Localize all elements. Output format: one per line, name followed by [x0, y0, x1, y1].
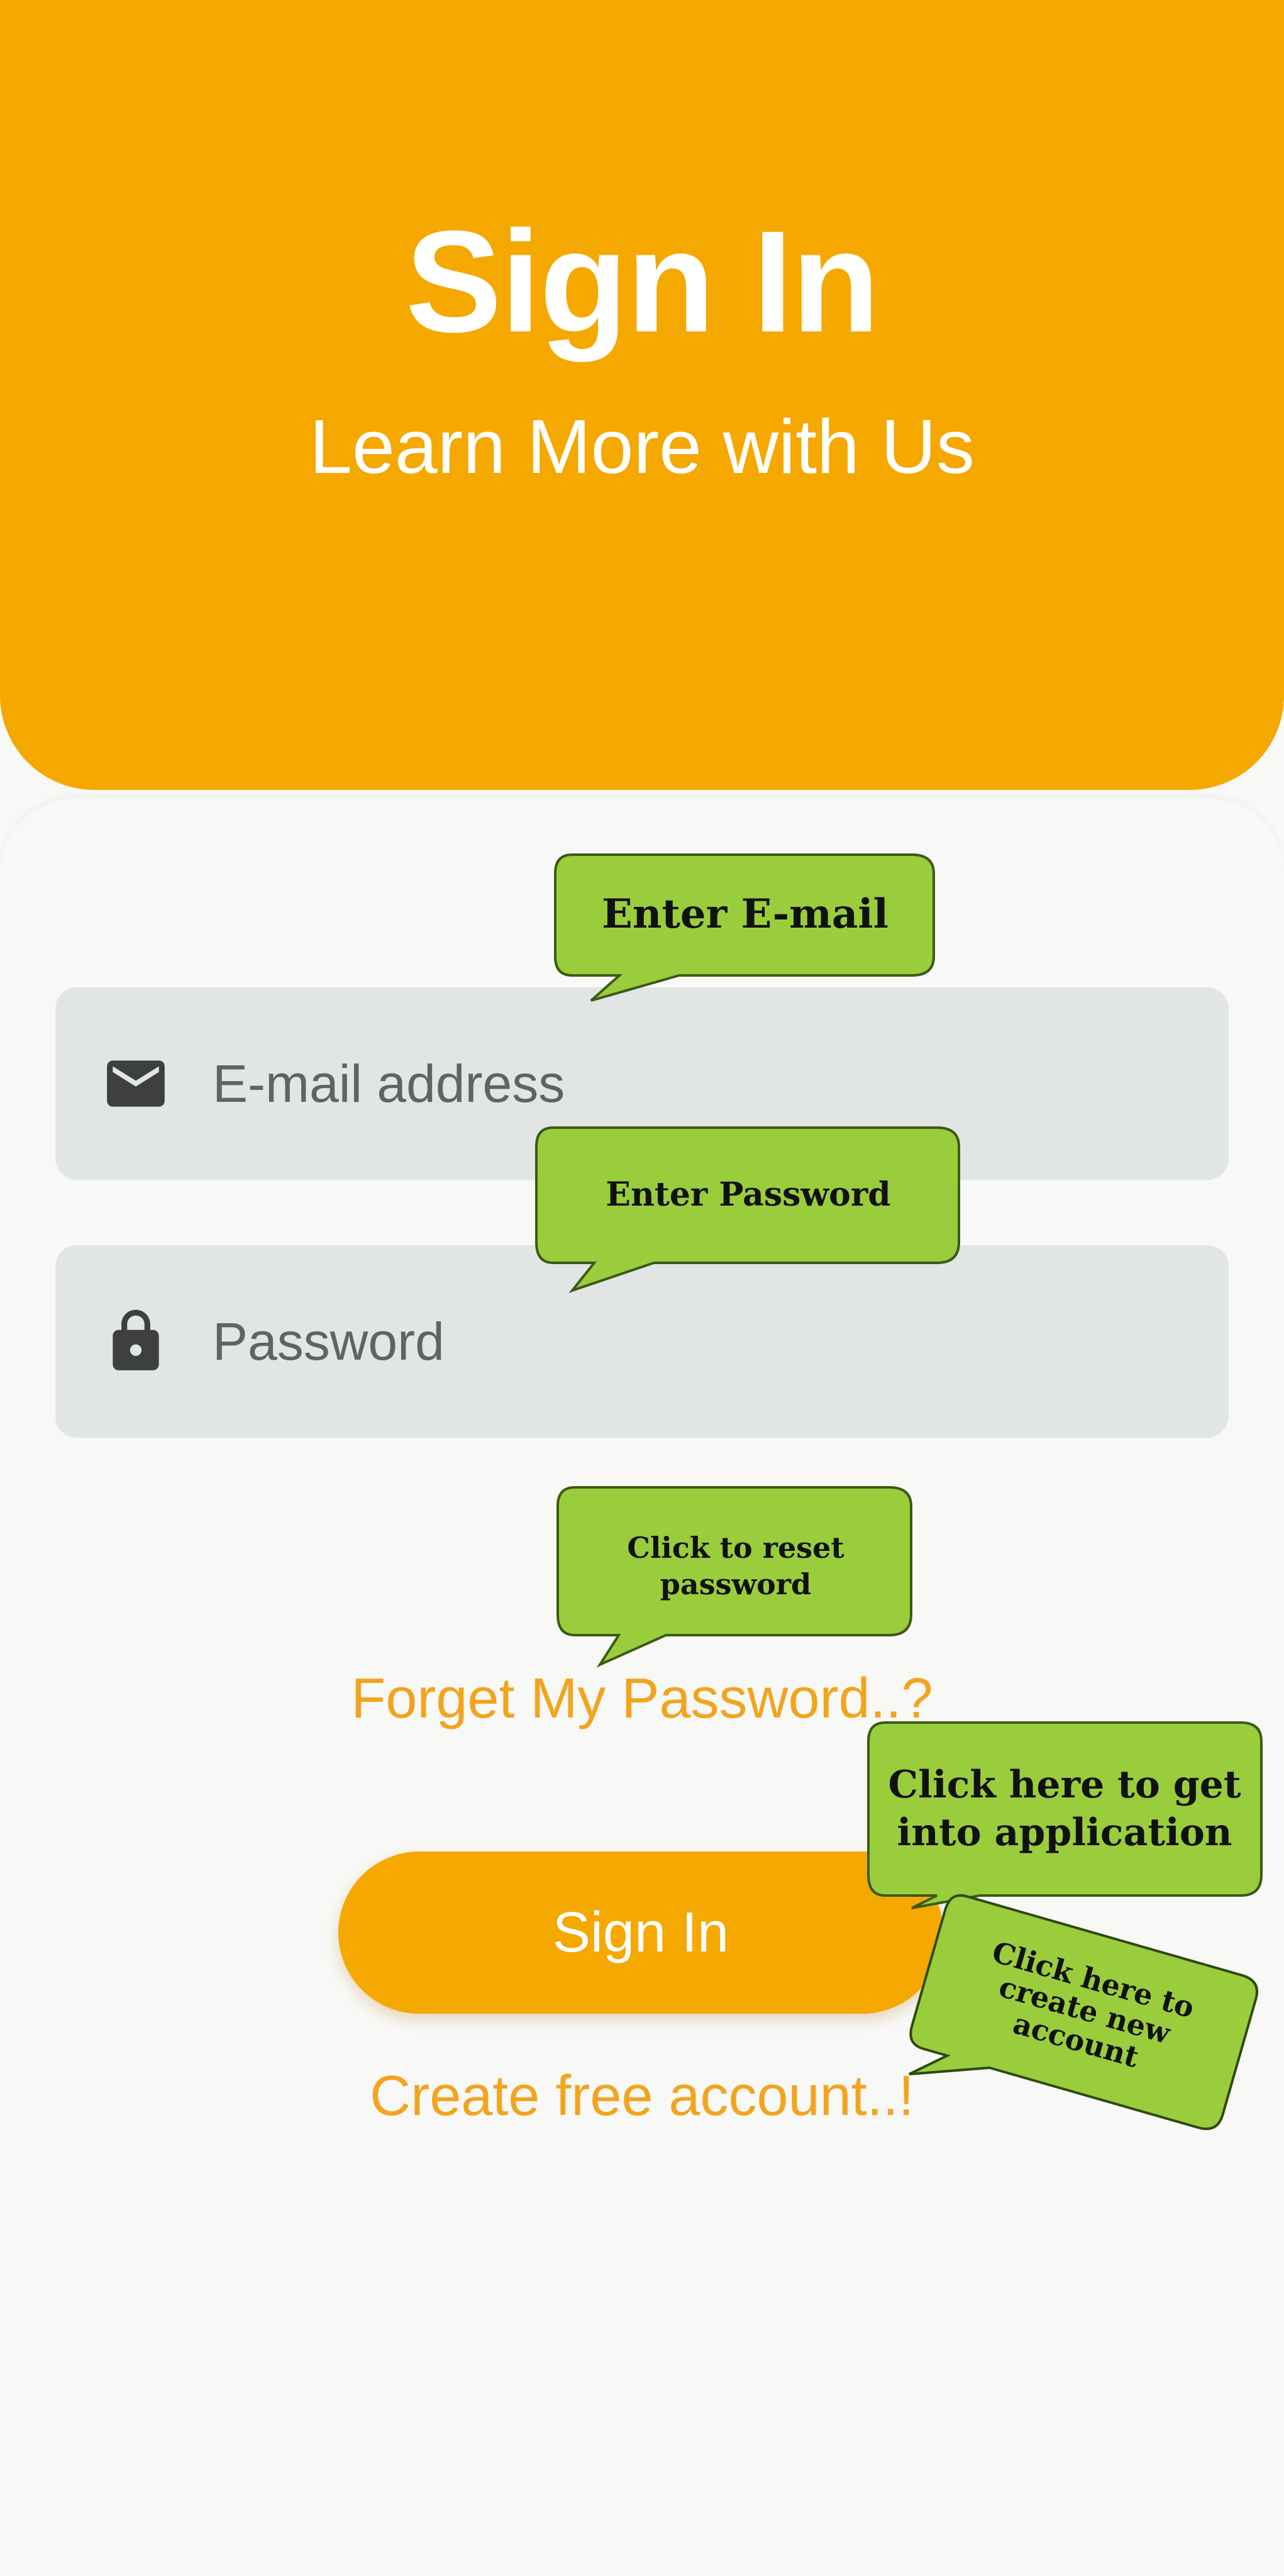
email-callout-text: Enter E-mail: [602, 891, 888, 938]
page-subtitle: Learn More with Us: [309, 404, 975, 489]
signin-callout-text: Click here to get into application: [888, 1763, 1241, 1855]
password-callout-text: Enter Password: [606, 1175, 891, 1214]
sign-in-button[interactable]: Sign In: [338, 1852, 943, 2014]
header-banner: Sign In Learn More with Us: [0, 0, 1284, 790]
page-title: Sign In: [405, 201, 880, 362]
reset-callout-text: Click to reset password: [627, 1531, 844, 1601]
